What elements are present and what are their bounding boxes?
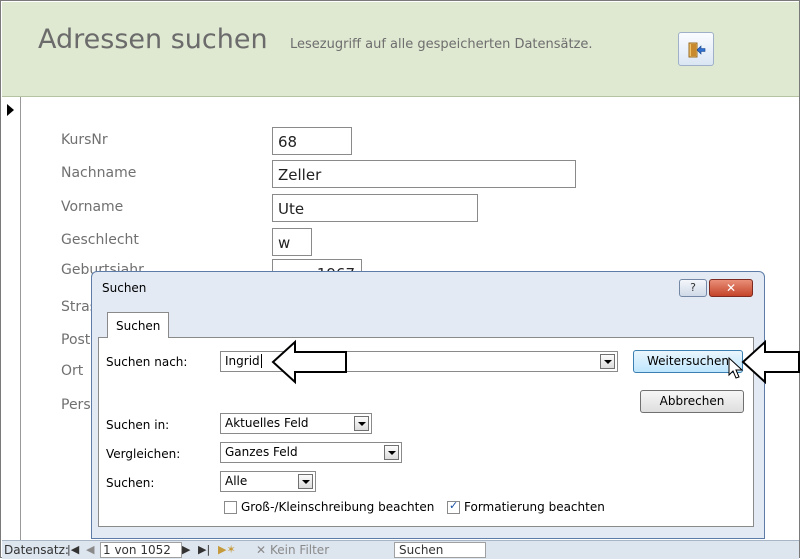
search-in-dropdown-icon[interactable] [354,416,369,431]
label-geschlecht: Geschlecht [61,232,139,248]
vorname-field[interactable]: Ute [272,194,478,222]
find-dialog: Suchen ? ✕ Suchen Suchen nach: Ingrid We… [91,271,765,539]
compare-dropdown-icon[interactable] [384,445,399,460]
annotation-arrow-search [271,339,347,385]
record-label: Datensatz: [4,543,69,557]
direction-label: Suchen: [106,476,155,490]
current-record-arrow-icon [7,104,14,116]
search-in-label: Suchen in: [106,418,170,432]
geschlecht-field[interactable]: w [272,228,312,256]
next-record-icon[interactable]: ▶ [182,543,190,556]
nachname-field[interactable]: Zeller [272,160,576,188]
help-button[interactable]: ? [679,279,707,297]
record-navigation-bar: Datensatz: |◀ ◀ 1 von 1052 ▶ ▶| ▶✶ ✕ Kei… [2,540,799,559]
mouse-cursor-icon [728,357,744,379]
tab-suchen[interactable]: Suchen [107,312,169,338]
search-for-label: Suchen nach: [106,355,188,369]
record-position-field[interactable]: 1 von 1052 [100,542,182,558]
previous-record-icon[interactable]: ◀ [86,543,94,556]
direction-select[interactable]: Alle [220,471,316,492]
compare-label: Vergleichen: [106,447,181,461]
annotation-arrow-find-next [741,339,800,385]
search-in-value: Aktuelles Feld [225,416,309,430]
access-form-window: Adressen suchen Lesezugriff auf alle ges… [0,0,800,559]
direction-value: Alle [225,474,248,488]
label-kursnr: KursNr [61,132,108,148]
compare-select[interactable]: Ganzes Feld [220,442,402,463]
search-for-dropdown-icon[interactable] [600,354,615,369]
page-subtitle: Lesezugriff auf alle gespeicherten Daten… [290,37,593,52]
kursnr-field[interactable]: 68 [272,127,352,155]
filter-status[interactable]: Kein Filter [270,543,329,557]
exit-door-icon [688,42,706,58]
page-title: Adressen suchen [38,24,268,55]
label-vorname: Vorname [61,199,124,215]
direction-dropdown-icon[interactable] [298,474,313,489]
form-header: Adressen suchen Lesezugriff auf alle ges… [2,2,799,97]
label-ort: Ort [61,363,84,379]
new-record-icon[interactable]: ▶✶ [218,543,236,556]
match-case-label: Groß-/Kleinschreibung beachten [241,500,435,514]
last-record-icon[interactable]: ▶| [198,543,210,556]
match-case-checkbox[interactable] [224,501,237,514]
search-for-value: Ingrid [225,354,260,368]
close-button[interactable]: ✕ [709,279,753,297]
record-selector[interactable] [2,97,21,557]
status-search-label: Suchen [399,543,444,557]
filter-icon[interactable]: ✕ [256,543,266,557]
format-label: Formatierung beachten [464,500,605,514]
format-checkbox[interactable] [447,499,460,514]
search-in-select[interactable]: Aktuelles Feld [220,413,372,434]
dialog-title: Suchen [102,281,147,295]
compare-value: Ganzes Feld [225,445,298,459]
find-next-button[interactable]: Weitersuchen [633,350,743,373]
first-record-icon[interactable]: |◀ [67,543,79,556]
label-nachname: Nachname [61,165,137,181]
cancel-button[interactable]: Abbrechen [640,390,744,413]
exit-button[interactable] [678,32,714,66]
